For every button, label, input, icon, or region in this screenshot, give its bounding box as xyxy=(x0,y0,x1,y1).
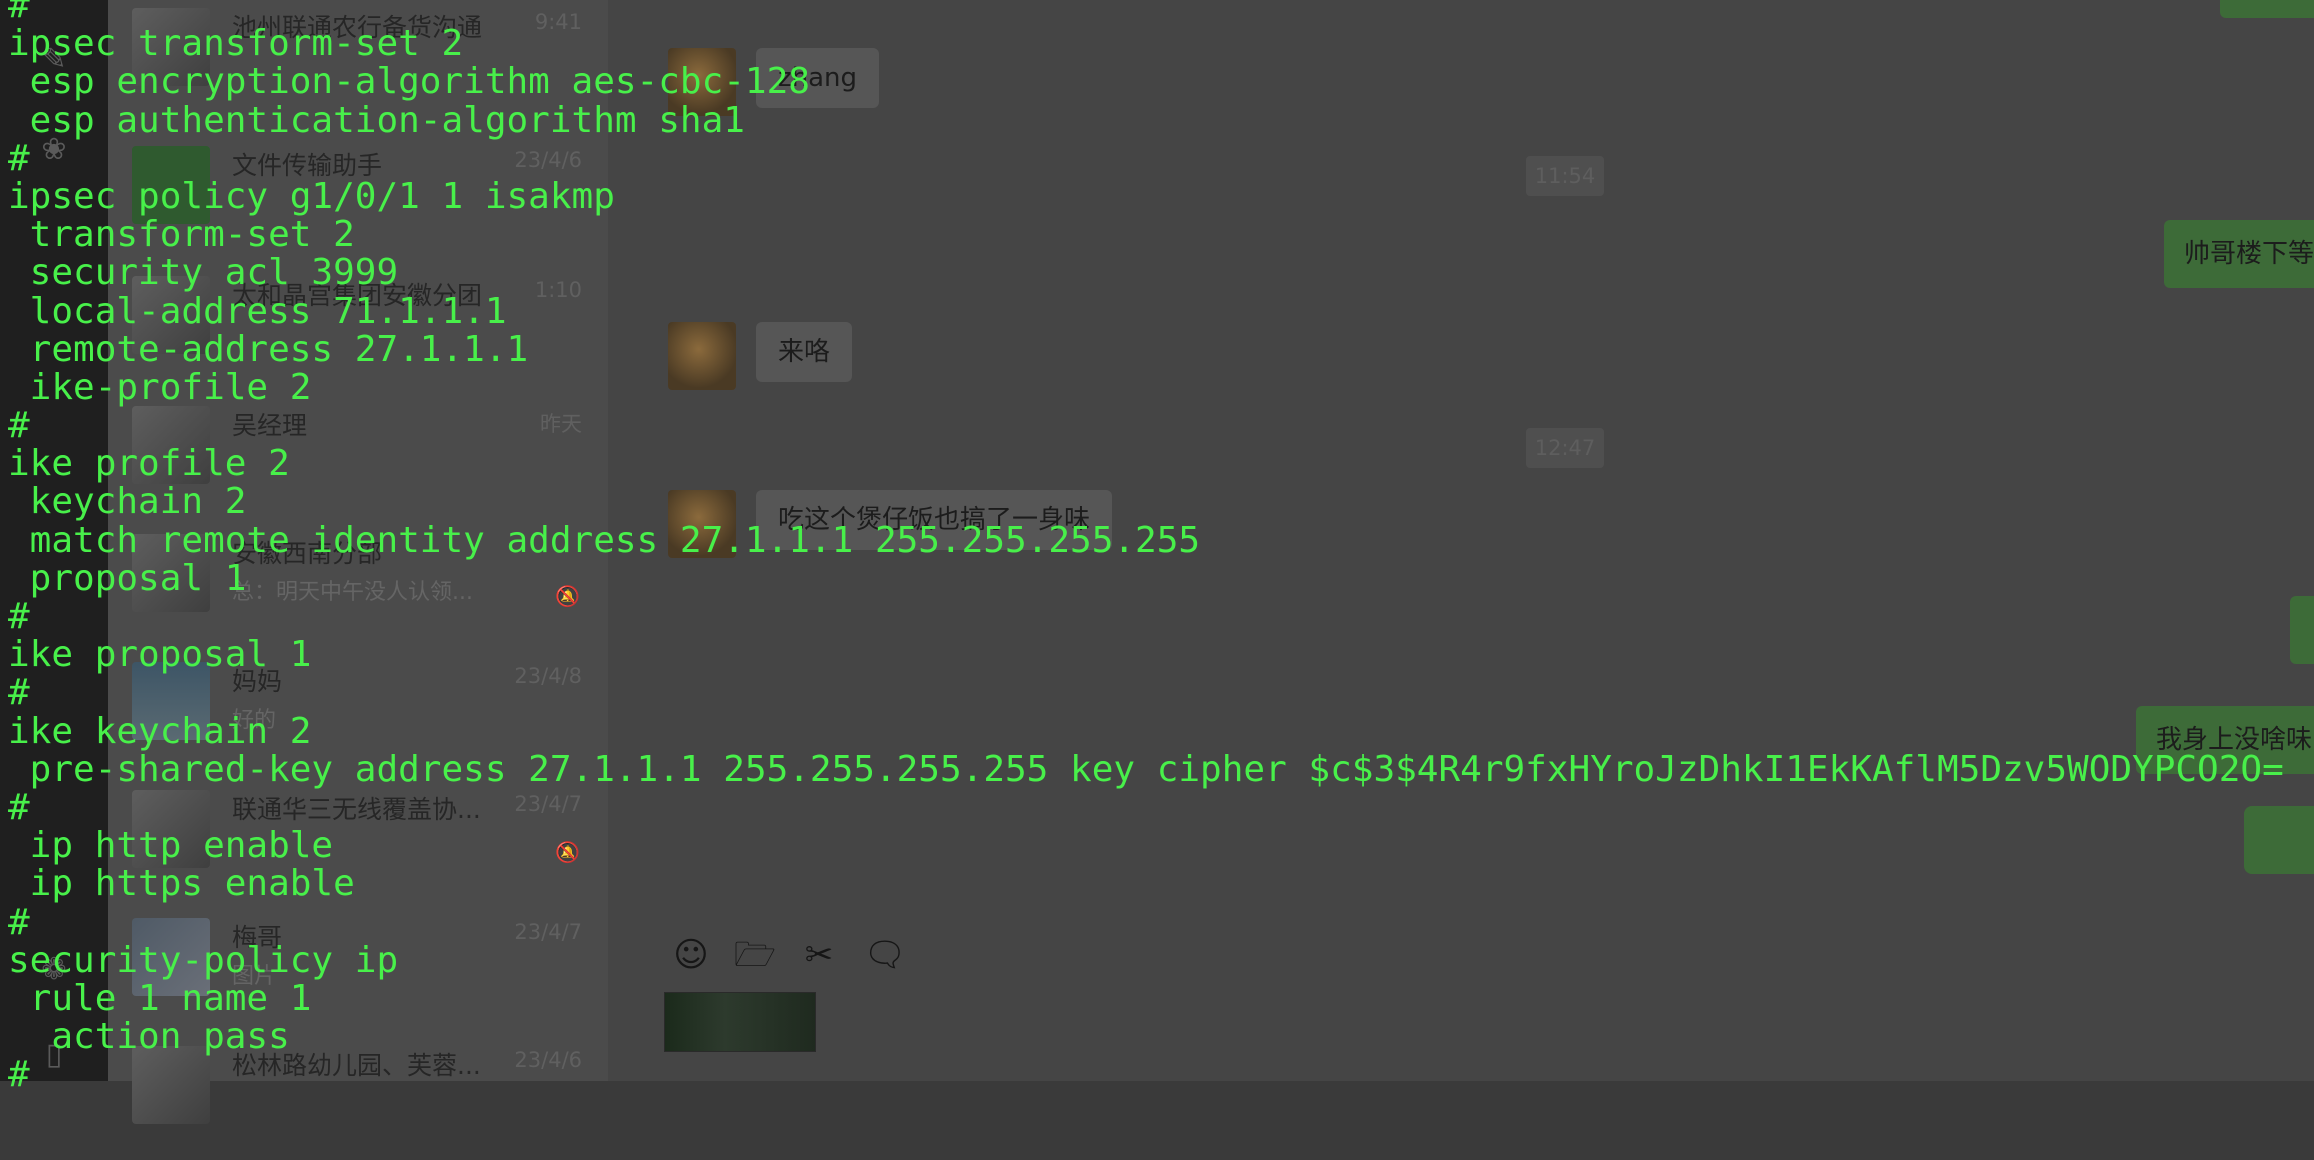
config-line: remote-address 27.1.1.1 xyxy=(8,328,529,370)
config-line: # xyxy=(8,405,30,447)
config-line: # xyxy=(8,596,30,637)
config-line: # xyxy=(8,901,30,943)
config-line: action pass xyxy=(8,1016,290,1058)
config-line: ipsec policy g1/0/1 1 isakmp xyxy=(8,175,615,217)
config-line: proposal 1 xyxy=(8,557,247,599)
config-line: # xyxy=(8,0,30,26)
config-line: match remote identity address 27.1.1.1 2… xyxy=(8,519,1201,561)
config-line: # xyxy=(8,786,30,828)
config-line: ipsec transform-set 2 xyxy=(8,23,464,65)
config-line: ike-profile 2 xyxy=(8,366,312,408)
config-line: ike keychain 2 xyxy=(8,710,312,752)
config-line: # xyxy=(8,672,30,714)
config-line: security-policy ip xyxy=(8,939,399,981)
image-message-bubble xyxy=(2290,596,2314,664)
config-line: esp authentication-algorithm sha1 xyxy=(8,99,745,141)
config-line: security acl 3999 xyxy=(8,252,399,294)
config-line: ip http enable xyxy=(8,825,334,867)
config-line: rule 1 name 1 xyxy=(8,977,312,1019)
config-line: ike profile 2 xyxy=(8,443,290,485)
config-line: # xyxy=(8,137,30,179)
terminal-config-text: # ipsec transform-set 2 esp encryption-al… xyxy=(8,0,2284,1094)
config-line: pre-shared-key address 27.1.1.1 255.255.… xyxy=(8,748,2284,790)
config-line: local-address 71.1.1.1 xyxy=(8,290,507,332)
config-line: # xyxy=(8,1054,30,1096)
config-line: transform-set 2 xyxy=(8,214,355,256)
config-line: ip https enable xyxy=(8,863,355,905)
config-line: esp encryption-algorithm aes-cbc-128 xyxy=(8,61,810,103)
config-line: keychain 2 xyxy=(8,481,247,523)
config-line: ike proposal 1 xyxy=(8,634,312,676)
